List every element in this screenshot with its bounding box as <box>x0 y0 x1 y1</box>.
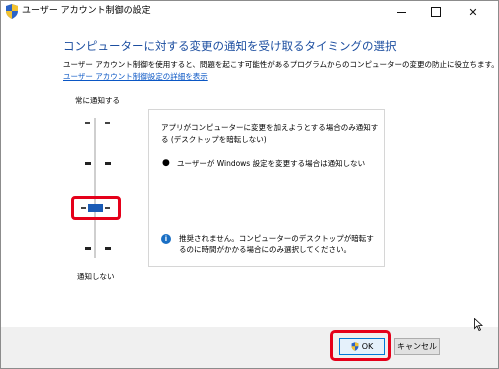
slider-top-label: 常に通知する <box>75 96 120 105</box>
window-title: ユーザー アカウント制御の設定 <box>22 6 151 16</box>
page-heading: コンピューターに対する変更の通知を受け取るタイミングの選択 <box>63 39 397 53</box>
minimize-icon <box>396 11 406 13</box>
slider-tick <box>105 122 110 124</box>
slider-tick <box>105 162 111 165</box>
slider-tick <box>85 122 90 124</box>
mouse-cursor-icon <box>474 318 483 331</box>
cancel-button[interactable]: キャンセル <box>394 338 440 355</box>
slider-track[interactable] <box>94 118 96 258</box>
slider-bottom-label: 通知しない <box>77 272 115 281</box>
cancel-label: キャンセル <box>397 342 437 351</box>
slider-tick <box>85 247 91 250</box>
close-icon: ✕ <box>468 5 478 19</box>
level-title: アプリがコンピューターに変更を加えようとする場合のみ通知する (デスクトップを暗… <box>161 123 379 144</box>
description-text: ユーザー アカウント制御を使用すると、問題を起こす可能性があるプログラムからのコ… <box>63 60 499 69</box>
slider-highlight-box <box>71 196 121 220</box>
level-description-panel: アプリがコンピューターに変更を加えようとする場合のみ通知する (デスクトップを暗… <box>148 109 385 267</box>
uac-shield-icon <box>6 4 18 19</box>
uac-settings-window: ユーザー アカウント制御の設定 ✕ コンピューターに対する変更の通知を受け取るタ… <box>0 0 499 369</box>
level-bullet-text: ユーザーが Windows 設定を変更する場合は通知しない <box>177 159 366 168</box>
maximize-icon <box>431 7 441 17</box>
details-link[interactable]: ユーザー アカウント制御設定の詳細を表示 <box>63 71 208 82</box>
bullet-icon: ● <box>162 158 170 168</box>
ok-highlight-box <box>330 330 391 361</box>
slider-tick <box>85 162 91 165</box>
title-bar[interactable]: ユーザー アカウント制御の設定 ✕ <box>1 1 498 23</box>
info-icon: i <box>161 234 171 244</box>
slider-tick <box>105 247 111 250</box>
maximize-button[interactable] <box>419 1 453 23</box>
info-text: 推奨されません。コンピューターのデスクトップが暗転するのに時間がかかる場合にのみ… <box>179 234 374 254</box>
minimize-button[interactable] <box>384 1 418 23</box>
close-button[interactable]: ✕ <box>456 1 490 23</box>
